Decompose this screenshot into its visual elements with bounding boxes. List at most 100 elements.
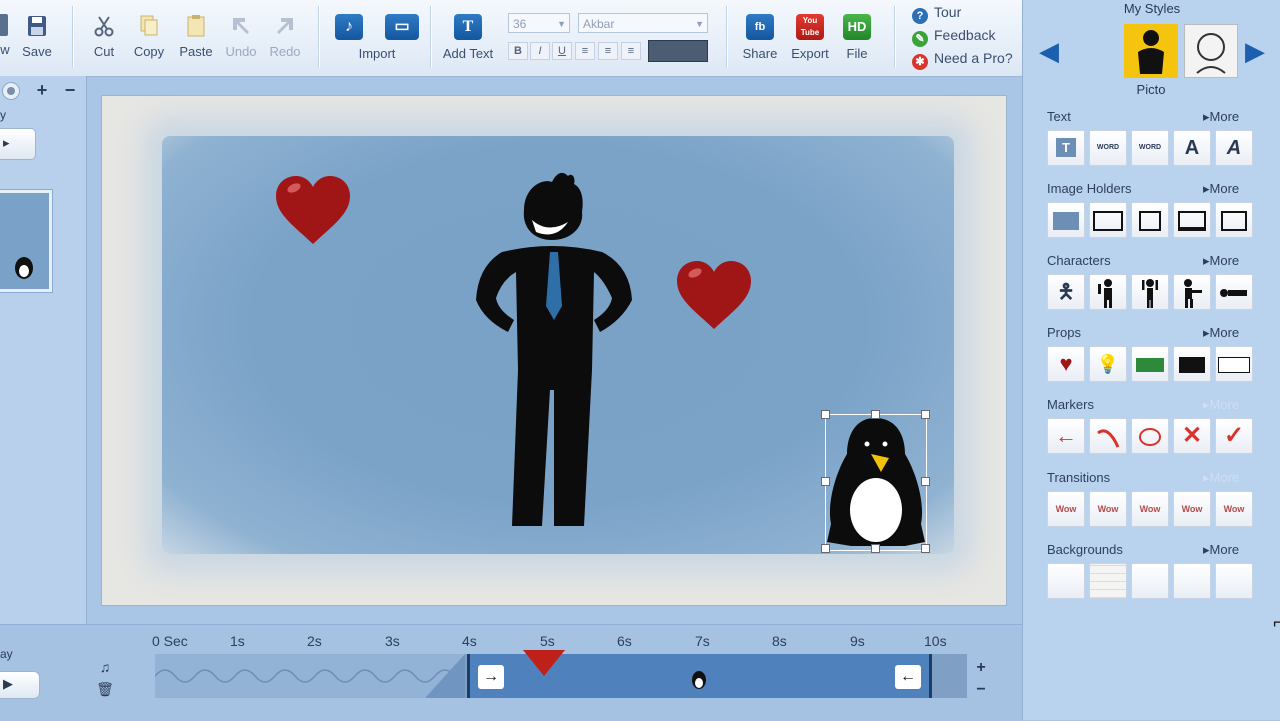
play-button[interactable]: ▶ — [0, 671, 40, 699]
text-tile-1[interactable]: T — [1047, 130, 1085, 166]
tour-link[interactable]: ? Tour — [912, 4, 961, 24]
transition-tile-1[interactable]: Wow — [1047, 491, 1085, 527]
markers-more-link[interactable]: ▸More — [1203, 397, 1239, 413]
export-button[interactable]: You Tube Export — [788, 14, 832, 61]
slide-thumbnail[interactable] — [0, 190, 52, 292]
prop-tile-3[interactable] — [1131, 346, 1169, 382]
style-picto-thumbnail[interactable] — [1124, 24, 1178, 78]
image-icon: ▭ — [385, 14, 419, 40]
new-button[interactable]: w — [0, 14, 12, 57]
transition-tile-3[interactable]: Wow — [1131, 491, 1169, 527]
background-tile-5[interactable] — [1215, 563, 1253, 599]
add-text-button[interactable]: T Add Text — [440, 14, 496, 61]
font-color-picker[interactable] — [648, 40, 708, 62]
prop-tile-1[interactable]: ♥ — [1047, 346, 1085, 382]
save-button[interactable]: Save — [20, 14, 54, 59]
resize-handle[interactable] — [871, 544, 880, 553]
resize-handle[interactable] — [821, 544, 830, 553]
image-holder-tile-4[interactable] — [1173, 202, 1211, 238]
resize-handle[interactable] — [921, 544, 930, 553]
stage-canvas[interactable] — [101, 95, 1007, 606]
text-more-link[interactable]: ▸More — [1203, 109, 1239, 125]
heart-prop[interactable] — [675, 259, 753, 331]
need-a-pro-link[interactable]: ✱ Need a Pro? — [912, 50, 1013, 70]
add-slide-button[interactable]: + — [30, 80, 54, 100]
background-tile-2[interactable] — [1089, 563, 1127, 599]
zoom-out-button[interactable]: − — [972, 681, 990, 699]
audio-waveform-track[interactable] — [154, 654, 465, 698]
share-button[interactable]: fb Share — [738, 14, 782, 61]
resize-handle[interactable] — [821, 410, 830, 419]
align-center-button[interactable]: ≡ — [598, 42, 618, 60]
image-holder-tile-5[interactable] — [1215, 202, 1253, 238]
marker-tile-5[interactable]: ✓ — [1215, 418, 1253, 454]
prop-tile-2[interactable]: 💡 — [1089, 346, 1127, 382]
character-tile-4[interactable] — [1173, 274, 1211, 310]
character-tile-2[interactable] — [1089, 274, 1127, 310]
chevron-left-icon[interactable]: ◀ — [1039, 36, 1059, 67]
marker-tile-3[interactable] — [1131, 418, 1169, 454]
character-tile-3[interactable] — [1131, 274, 1169, 310]
clip-enter-arrow-button[interactable]: → — [478, 665, 504, 689]
background-tile-1[interactable] — [1047, 563, 1085, 599]
resize-handle[interactable] — [921, 410, 930, 419]
text-tile-4[interactable]: A — [1173, 130, 1211, 166]
character-tile-5[interactable] — [1215, 274, 1253, 310]
bold-button[interactable]: B — [508, 42, 528, 60]
backgrounds-more-link[interactable]: ▸More — [1203, 542, 1239, 558]
image-holder-tile-1[interactable] — [1047, 202, 1085, 238]
slide-option-button[interactable]: ▸ — [0, 128, 36, 160]
penguin-character[interactable] — [825, 414, 927, 551]
marker-tile-2[interactable] — [1089, 418, 1127, 454]
align-left-button[interactable]: ≡ — [575, 42, 595, 60]
align-right-button[interactable]: ≡ — [621, 42, 641, 60]
feedback-link[interactable]: ✎ Feedback — [912, 27, 995, 47]
underline-button[interactable]: U — [552, 42, 572, 60]
paste-button[interactable]: Paste — [178, 14, 214, 59]
props-more-link[interactable]: ▸More — [1203, 325, 1239, 341]
resize-handle[interactable] — [821, 477, 830, 486]
resize-handle[interactable] — [921, 477, 930, 486]
resize-handle[interactable] — [871, 410, 880, 419]
redo-button[interactable]: Redo — [266, 14, 304, 59]
settings-icon[interactable] — [2, 82, 20, 100]
background-tile-3[interactable] — [1131, 563, 1169, 599]
remove-slide-button[interactable]: − — [58, 80, 82, 100]
transition-tile-5[interactable]: Wow — [1215, 491, 1253, 527]
import-button[interactable]: ♪ ▭ Import — [332, 14, 422, 61]
zoom-in-button[interactable]: + — [972, 659, 990, 677]
music-note-icon[interactable]: ♫ — [96, 659, 114, 677]
image-holder-tile-2[interactable] — [1089, 202, 1127, 238]
undo-button[interactable]: Undo — [222, 14, 260, 59]
style-sketch-thumbnail[interactable] — [1184, 24, 1238, 78]
image-holders-more-link[interactable]: ▸More — [1203, 181, 1239, 197]
arrow-left-icon: ← — [1055, 423, 1077, 448]
copy-button[interactable]: Copy — [130, 14, 168, 59]
text-tile-2[interactable]: WORD — [1089, 130, 1127, 166]
font-size-select[interactable]: 36 ▼ — [508, 13, 570, 33]
transition-tile-2[interactable]: Wow — [1089, 491, 1127, 527]
picto-man-character[interactable] — [472, 170, 634, 532]
marker-tile-4[interactable]: ✕ — [1173, 418, 1211, 454]
text-tile-3[interactable]: WORD — [1131, 130, 1169, 166]
image-holder-tile-3[interactable] — [1131, 202, 1169, 238]
italic-button[interactable]: I — [530, 42, 550, 60]
transition-tile-4[interactable]: Wow — [1173, 491, 1211, 527]
chevron-right-icon[interactable]: ▶ — [1245, 36, 1265, 67]
heart-prop[interactable] — [274, 174, 352, 246]
toolbar-divider — [318, 6, 320, 68]
font-family-select[interactable]: Akbar ▼ — [578, 13, 708, 33]
prop-tile-4[interactable] — [1173, 346, 1211, 382]
trash-icon[interactable]: 🗑 — [96, 681, 114, 699]
prop-tile-5[interactable] — [1215, 346, 1253, 382]
clip-exit-arrow-button[interactable]: ← — [895, 665, 921, 689]
file-button[interactable]: HD File — [838, 14, 876, 61]
background-tile-4[interactable] — [1173, 563, 1211, 599]
characters-more-link[interactable]: ▸More — [1203, 253, 1239, 269]
transitions-more-link[interactable]: ▸More — [1203, 470, 1239, 486]
text-tile-5[interactable]: A — [1215, 130, 1253, 166]
marker-tile-1[interactable]: ← — [1047, 418, 1085, 454]
character-tile-1[interactable]: 🯅 — [1047, 274, 1085, 310]
cut-button[interactable]: Cut — [88, 14, 120, 59]
playhead-marker[interactable] — [521, 648, 567, 678]
